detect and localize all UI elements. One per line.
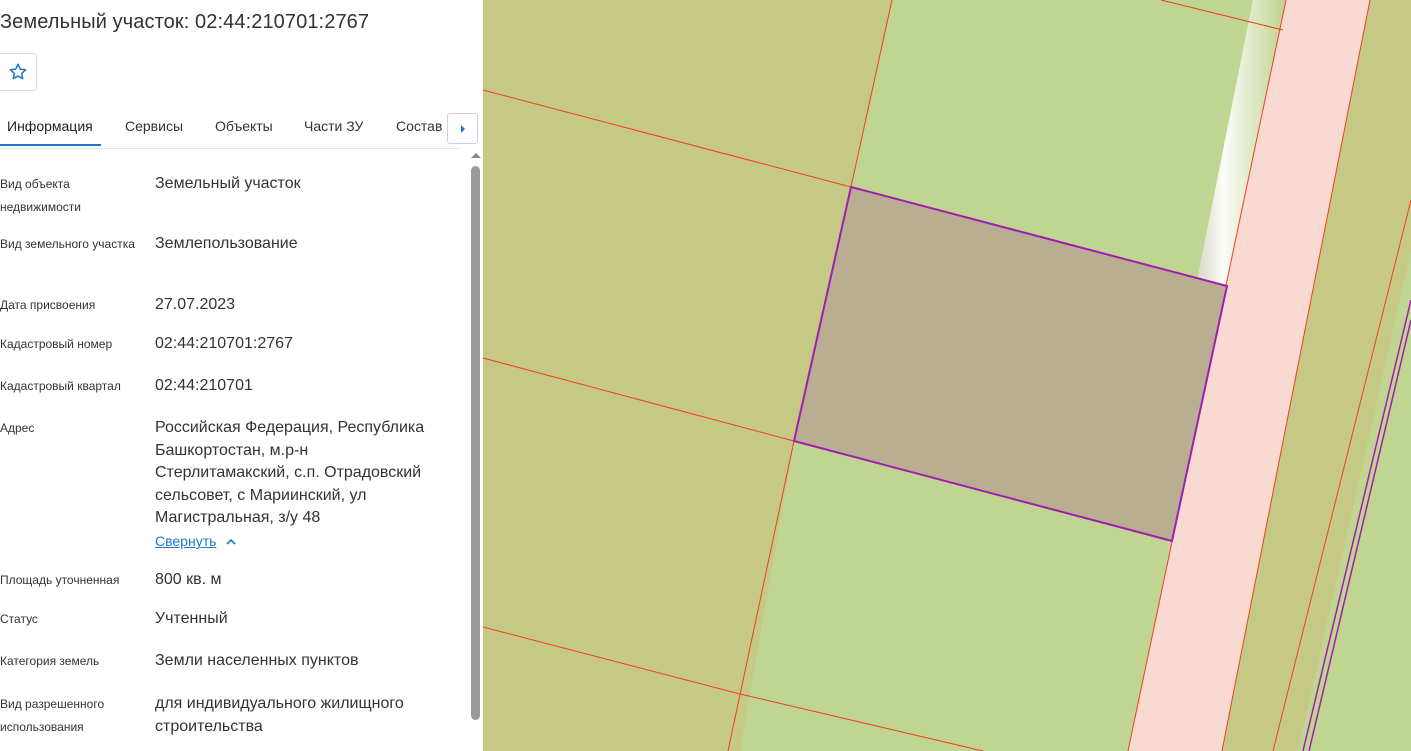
- tab-services[interactable]: Сервисы: [125, 118, 183, 134]
- star-outline-icon: [9, 63, 27, 80]
- field-value: Земли населенных пунктов: [155, 652, 359, 669]
- collapse-label: Свернуть: [155, 533, 217, 549]
- field-value: 02:44:210701: [155, 377, 253, 394]
- field-label: Кадастровый квартал: [0, 379, 121, 393]
- field-label: Категория земель: [0, 654, 100, 668]
- scroll-up-arrow-icon[interactable]: [471, 153, 481, 158]
- info-panel: Земельный участок: 02:44:210701:2767 Инф…: [0, 0, 483, 751]
- favorite-button[interactable]: [0, 53, 37, 91]
- field-value: Земельный участок: [155, 175, 301, 192]
- field-value: 02:44:210701:2767: [155, 335, 293, 352]
- collapse-address-link[interactable]: Свернуть: [155, 533, 236, 549]
- field-label: Вид объекта недвижимости: [0, 177, 81, 214]
- field-value: Учтенный: [155, 610, 228, 627]
- map-view[interactable]: [483, 0, 1411, 751]
- field-label: Площадь уточненная: [0, 573, 120, 587]
- tab-objects[interactable]: Объекты: [215, 118, 273, 134]
- tab-info[interactable]: Информация: [7, 118, 93, 134]
- chevron-up-icon: [226, 538, 236, 545]
- field-label: Адрес: [0, 421, 35, 435]
- field-label: Вид земельного участка: [0, 237, 135, 251]
- tab-composition[interactable]: Состав: [396, 118, 442, 134]
- field-label: Кадастровый номер: [0, 337, 113, 351]
- field-value: Землепользование: [155, 235, 298, 252]
- field-value: Российская Федерация, Республика Башкорт…: [155, 419, 425, 526]
- field-label: Статус: [0, 612, 38, 626]
- tabs-scroll-right-button[interactable]: [447, 113, 478, 144]
- field-value: 800 кв. м: [155, 571, 222, 588]
- active-tab-indicator: [0, 144, 101, 146]
- field-value: 27.07.2023: [155, 296, 236, 313]
- tab-parts[interactable]: Части ЗУ: [304, 118, 363, 134]
- field-label: Вид разрешенного использования: [0, 697, 105, 734]
- page-title: Земельный участок: 02:44:210701:2767: [0, 11, 370, 33]
- field-value: для индивидуального жилищного строительс…: [155, 695, 404, 735]
- tab-bar: Информация Сервисы Объекты Части ЗУ Сост…: [0, 108, 460, 149]
- field-label: Дата присвоения: [0, 298, 96, 312]
- map-canvas[interactable]: [483, 0, 1411, 751]
- scrollbar-thumb[interactable]: [471, 166, 480, 720]
- caret-right-icon: [460, 124, 465, 133]
